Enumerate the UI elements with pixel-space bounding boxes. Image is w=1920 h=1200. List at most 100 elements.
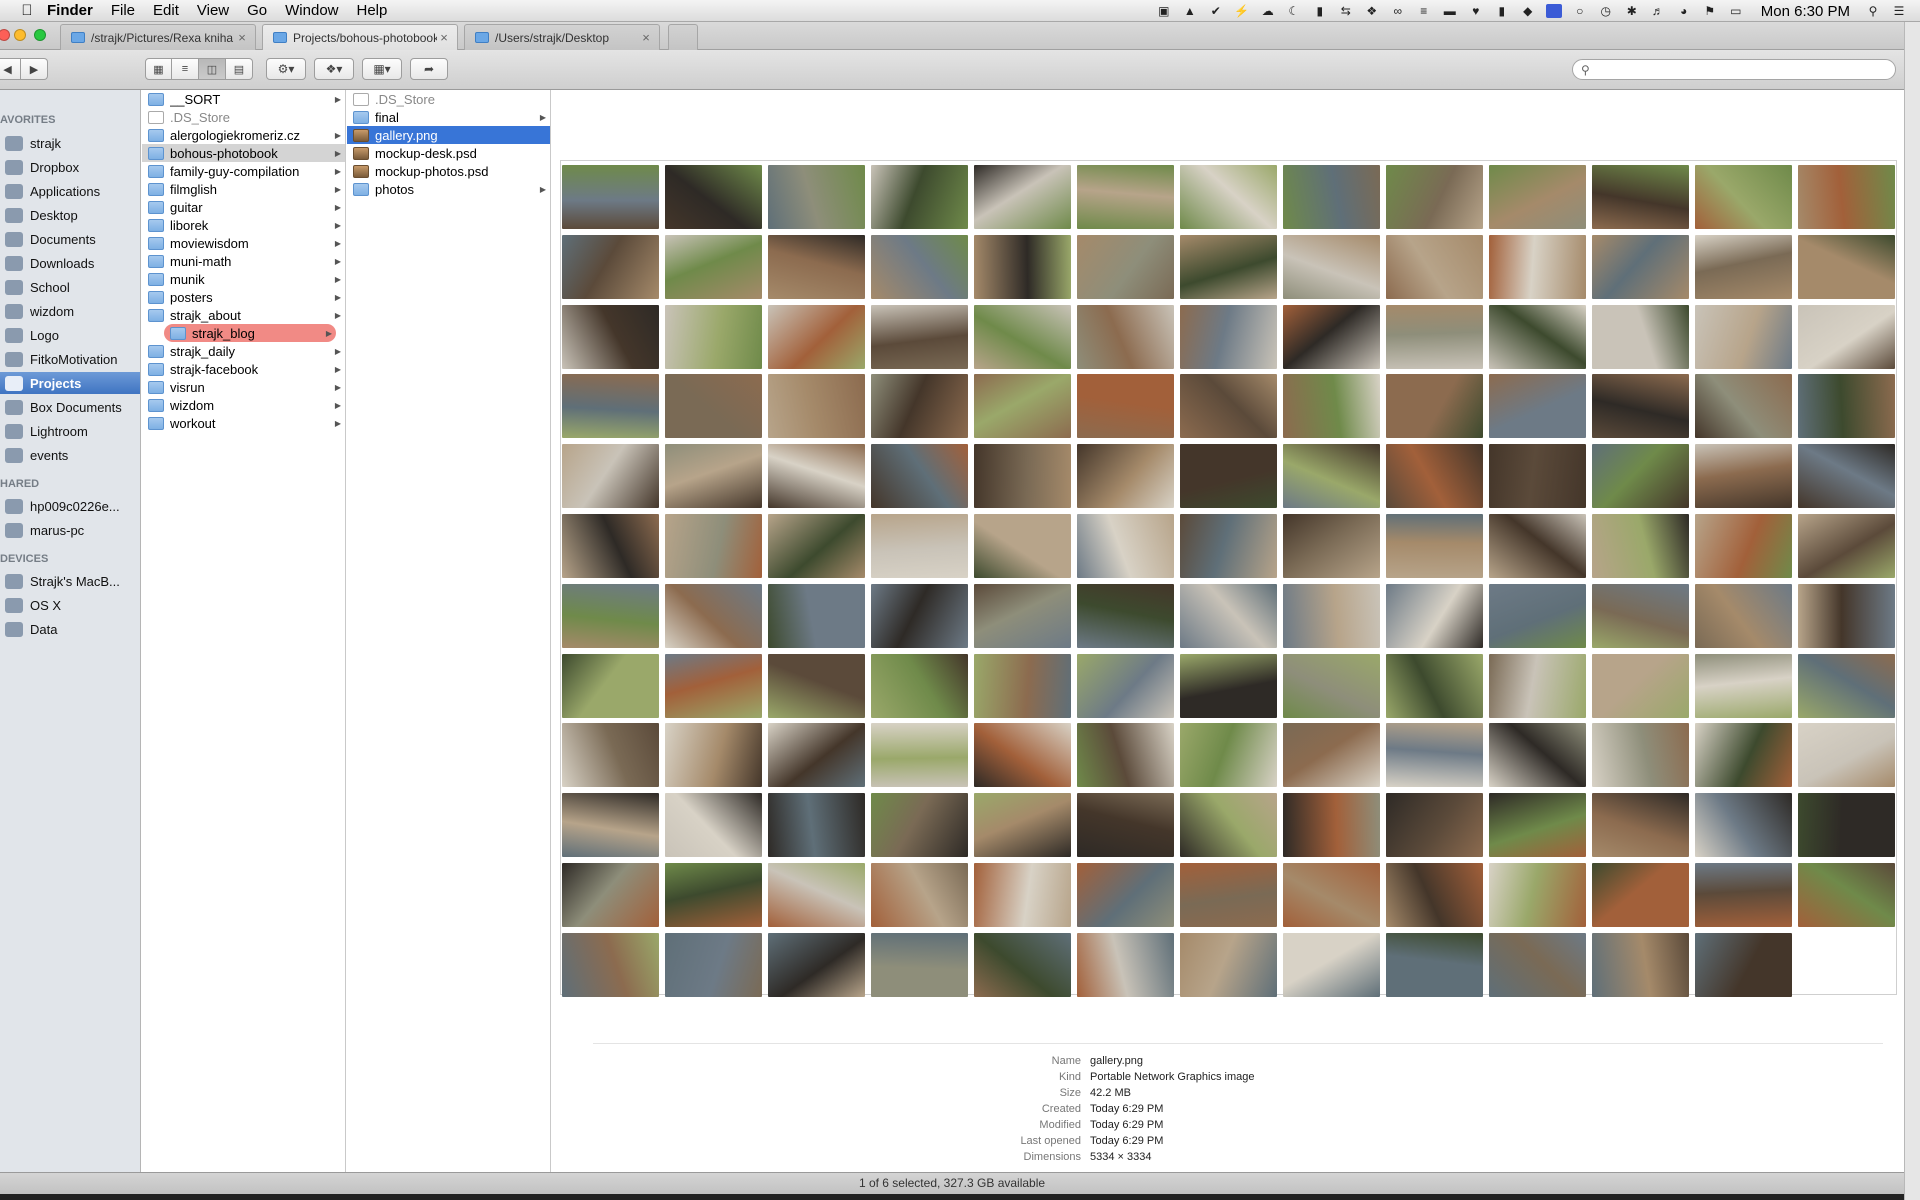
sidebar-item-os-x[interactable]: OS X [0,594,140,616]
flag-icon[interactable]: ⚑ [1702,4,1718,18]
menu-window[interactable]: Window [276,0,347,22]
sidebar-item-school[interactable]: School [0,276,140,298]
bolt-status-icon[interactable]: ⚡ [1234,4,1250,18]
notification-center-icon[interactable]: ☰ [1891,4,1907,18]
folder-row-liborek[interactable]: liborek ▶ [142,216,345,234]
arrange-menu-button[interactable]: ▦▾ [362,58,402,80]
dropbox-menu-button[interactable]: ❖▾ [314,58,354,80]
folder-row-posters[interactable]: posters ▶ [142,288,345,306]
zoom-window-icon[interactable] [34,29,46,41]
battery-icon[interactable]: ▭ [1728,4,1744,18]
sidebar-item-projects[interactable]: Projects [0,372,140,394]
sidebar-item-marus-pc[interactable]: marus-pc [0,519,140,541]
folder-row-strajk-daily[interactable]: strajk_daily ▶ [142,342,345,360]
close-window-icon[interactable] [0,29,10,41]
sidebar-item-wizdom[interactable]: wizdom [0,300,140,322]
sidebar-item-applications[interactable]: Applications [0,180,140,202]
sidebar-item-documents[interactable]: Documents [0,228,140,250]
close-tab-icon[interactable]: × [437,30,451,45]
menu-app-finder[interactable]: Finder [38,0,102,22]
menu-file[interactable]: File [102,0,144,22]
folder-row-alergologiekromeriz-cz[interactable]: alergologiekromeriz.cz ▶ [142,126,345,144]
cloud-status-icon[interactable]: ☁ [1260,4,1276,18]
file-row-mockup-desk-psd[interactable]: mockup-desk.psd [347,144,550,162]
share-button[interactable]: ➦ [410,58,448,80]
app-status-icon[interactable] [1545,4,1562,18]
chat-status-icon[interactable]: ○ [1572,4,1588,18]
box-status-icon[interactable]: ◆ [1520,4,1536,18]
file-row-ds-store[interactable]: .DS_Store [142,108,345,126]
sidebar-item-hp009c0226e[interactable]: hp009c0226e... [0,495,140,517]
sidebar-item-logo[interactable]: Logo [0,324,140,346]
new-tab-button[interactable] [668,24,698,50]
stack-status-icon[interactable]: ≡ [1416,4,1432,18]
sidebar-item-dropbox[interactable]: Dropbox [0,156,140,178]
gallery-thumbnail[interactable] [560,160,1897,997]
folder-row-filmglish[interactable]: filmglish ▶ [142,180,345,198]
folder-row-muni-math[interactable]: muni-math ▶ [142,252,345,270]
folder-row-visrun[interactable]: visrun ▶ [142,378,345,396]
bell-status-icon[interactable]: ▲ [1182,4,1198,18]
menu-help[interactable]: Help [348,0,397,22]
apple-menu-icon[interactable]:  [16,2,38,19]
bluetooth-icon[interactable]: ✱ [1624,4,1640,18]
sync-status-icon[interactable]: ⇆ [1338,4,1354,18]
drive-status-icon[interactable]: ▬ [1442,4,1458,18]
tab-desktop[interactable]: /Users/strajk/Desktop × [464,24,660,50]
search-input[interactable] [1595,62,1895,77]
folder-row-sort[interactable]: __SORT ▶ [142,90,345,108]
column-view-button[interactable]: ◫ [199,58,226,80]
folder-row-photos[interactable]: photos ▶ [347,180,550,198]
icon-view-button[interactable]: ▦ [145,58,172,80]
tab-bohous-photobook[interactable]: Projects/bohous-photobook × [262,24,458,50]
folder-row-munik[interactable]: munik ▶ [142,270,345,288]
menu-view[interactable]: View [188,0,238,22]
close-tab-icon[interactable]: × [235,30,249,45]
wifi-icon[interactable]: ◕ [1676,4,1692,18]
sidebar-item-fitkomotivation[interactable]: FitkoMotivation [0,348,140,370]
sidebar-item-lightroom[interactable]: Lightroom [0,420,140,442]
back-button[interactable]: ◀ [0,58,21,80]
checkmark-status-icon[interactable]: ✔ [1208,4,1224,18]
time-machine-icon[interactable]: ◷ [1598,4,1614,18]
sidebar-item-box-documents[interactable]: Box Documents [0,396,140,418]
sidebar-item-strajk[interactable]: strajk [0,132,140,154]
menu-go[interactable]: Go [238,0,276,22]
loop-status-icon[interactable]: ∞ [1390,4,1406,18]
close-tab-icon[interactable]: × [639,30,653,45]
sidebar-item-events[interactable]: events [0,444,140,466]
sidebar-item-desktop[interactable]: Desktop [0,204,140,226]
tab-rexa-kniha[interactable]: /strajk/Pictures/Rexa kniha × [60,24,256,50]
sidebar-item-strajk-s-macb[interactable]: Strajk's MacB... [0,570,140,592]
bird-status-icon[interactable]: ♥ [1468,4,1484,18]
moon-status-icon[interactable]: ☾ [1286,4,1302,18]
menu-edit[interactable]: Edit [144,0,188,22]
file-row-ds-store[interactable]: .DS_Store [347,90,550,108]
search-field[interactable]: ⚲ [1572,59,1896,80]
sidebar-item-data[interactable]: Data [0,618,140,640]
folder-row-bohous-photobook[interactable]: bohous-photobook ▶ [142,144,345,162]
spotlight-search-icon[interactable]: ⚲ [1865,4,1881,18]
folder-row-family-guy-compilation[interactable]: family-guy-compilation ▶ [142,162,345,180]
file-row-gallery-png[interactable]: gallery.png [347,126,550,144]
file-row-mockup-photos-psd[interactable]: mockup-photos.psd [347,162,550,180]
menubar-clock[interactable]: Mon 6:30 PM [1761,3,1850,20]
cover-flow-button[interactable]: ▤ [226,58,253,80]
folder-row-moviewisdom[interactable]: moviewisdom ▶ [142,234,345,252]
folder-row-wizdom[interactable]: wizdom ▶ [142,396,345,414]
folder-row-strajk-blog[interactable]: strajk_blog ▶ [164,324,336,342]
minimize-window-icon[interactable] [14,29,26,41]
action-menu-button[interactable]: ⚙▾ [266,58,306,80]
toggle-status-icon[interactable]: ▮ [1312,4,1328,18]
camera-status-icon[interactable]: ▣ [1156,4,1172,18]
sidebar-item-downloads[interactable]: Downloads [0,252,140,274]
forward-button[interactable]: ▶ [21,58,48,80]
volume-icon[interactable]: ♬ [1650,4,1666,18]
battery-meter-status-icon[interactable]: ▮ [1494,4,1510,18]
dropbox-status-icon[interactable]: ❖ [1364,4,1380,18]
folder-row-strajk-about[interactable]: strajk_about ▶ [142,306,345,324]
list-view-button[interactable]: ≡ [172,58,199,80]
folder-row-workout[interactable]: workout ▶ [142,414,345,432]
folder-row-strajk-facebook[interactable]: strajk-facebook ▶ [142,360,345,378]
folder-row-guitar[interactable]: guitar ▶ [142,198,345,216]
